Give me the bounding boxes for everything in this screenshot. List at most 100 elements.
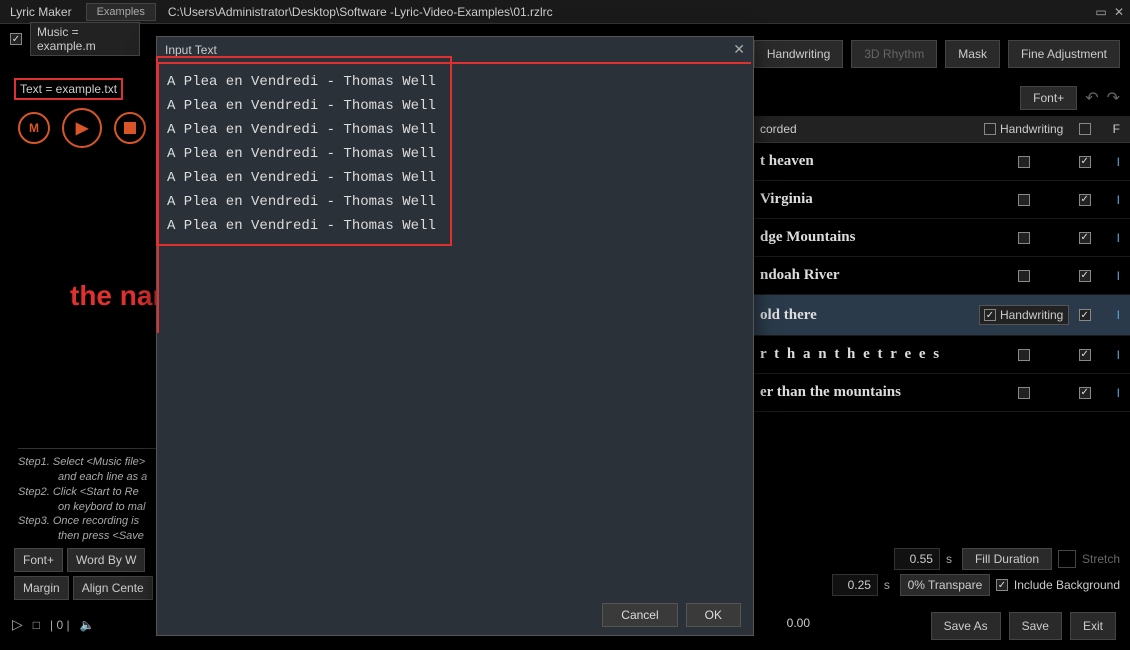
align-center-button[interactable]: Align Cente <box>73 576 153 600</box>
handwriting-checkbox[interactable] <box>1018 270 1030 282</box>
lyric-row[interactable]: Virginia✓I <box>750 181 1130 219</box>
handwriting-checkbox[interactable] <box>1018 387 1030 399</box>
lyric-text: Virginia <box>760 191 969 208</box>
lyrics-header: corded Handwriting F <box>750 116 1130 143</box>
row-marker: I <box>1117 155 1120 169</box>
lyric-text: er than the mountains <box>760 384 969 401</box>
lyric-row[interactable]: dge Mountains ✓ I <box>750 219 1130 257</box>
lyric-row[interactable]: ndoah River✓I <box>750 257 1130 295</box>
handwriting-cell <box>979 156 1069 168</box>
dialog-title: Input Text <box>165 43 217 57</box>
end-checkbox[interactable]: ✓ <box>1079 387 1091 399</box>
lyrics-panel: Font+ ↶ ↷ corded Handwriting F t heaven ✓… <box>750 80 1130 412</box>
m-button[interactable]: M <box>18 112 50 144</box>
handwriting-cell <box>979 194 1069 206</box>
lyric-text: old there <box>760 307 969 324</box>
dialog-line: A Plea en Vendredi - Thomas Well <box>163 118 751 142</box>
exit-button[interactable]: Exit <box>1070 612 1116 640</box>
lyric-row[interactable]: er than the mountains ✓ I <box>750 374 1130 412</box>
fill-duration-button[interactable]: Fill Duration <box>962 548 1052 570</box>
play-icon: ▶ <box>76 118 88 138</box>
stop-button[interactable] <box>114 112 146 144</box>
bottom-left-controls: Font+ Word By W Margin Align Cente <box>14 548 153 600</box>
handwriting-checkbox[interactable] <box>1018 349 1030 361</box>
music-field[interactable]: Music = example.m <box>30 22 140 56</box>
play-button[interactable]: ▶ <box>62 108 102 148</box>
handwriting-cell <box>979 349 1069 361</box>
f-all-checkbox[interactable] <box>1079 123 1091 135</box>
lyric-text: dge Mountains <box>760 229 969 246</box>
examples-button[interactable]: Examples <box>86 3 156 21</box>
input-text-dialog: Input Text ✕ A Plea en Vendredi - Thomas… <box>156 36 754 636</box>
lyric-row[interactable]: t heaven ✓ I <box>750 143 1130 181</box>
duration1-input[interactable]: 0.55 <box>894 548 940 570</box>
stop-icon <box>124 122 136 134</box>
file-path: C:\Users\Administrator\Desktop\Software … <box>168 5 1094 19</box>
handwriting-label: Handwriting <box>1000 308 1063 322</box>
music-checkbox[interactable]: ✓ <box>10 33 22 45</box>
dialog-cancel-button[interactable]: Cancel <box>602 603 677 627</box>
text-file-label[interactable]: Text = example.txt <box>14 78 123 100</box>
minimize-icon[interactable]: ▭ <box>1094 5 1108 19</box>
end-checkbox[interactable]: ✓ <box>1079 309 1091 321</box>
mode-buttons: Handwriting 3D Rhythm Mask Fine Adjustme… <box>754 40 1120 68</box>
include-bg-checkbox[interactable]: ✓ <box>996 579 1008 591</box>
row-marker: I <box>1117 308 1120 322</box>
font-plus-right-button[interactable]: Font+ <box>1020 86 1077 110</box>
fine-adjustment-button[interactable]: Fine Adjustment <box>1008 40 1120 68</box>
margin-button[interactable]: Margin <box>14 576 69 600</box>
dialog-line: A Plea en Vendredi - Thomas Well <box>163 214 751 238</box>
handwriting-checkbox[interactable] <box>1018 232 1030 244</box>
unit-s2: s <box>884 578 890 592</box>
end-checkbox[interactable]: ✓ <box>1079 194 1091 206</box>
f-header: F <box>1113 122 1120 136</box>
stretch-label: Stretch <box>1082 552 1120 566</box>
play-controls: M ▶ <box>18 108 146 148</box>
redo-icon[interactable]: ↷ <box>1107 88 1120 108</box>
unit-s1: s <box>946 552 952 566</box>
timeline-marker: | 0 | <box>50 618 70 632</box>
mask-button[interactable]: Mask <box>945 40 1000 68</box>
bottom-right-controls: 0.55 s Fill Duration Stretch 0.25 s 0% T… <box>832 548 1120 596</box>
dialog-line: A Plea en Vendredi - Thomas Well <box>163 94 751 118</box>
timeline-play-icon[interactable]: ▷ <box>12 616 23 633</box>
transparency-select[interactable]: 0% Transpare <box>900 574 990 596</box>
handwriting-checkbox[interactable] <box>1018 194 1030 206</box>
row-marker: I <box>1117 269 1120 283</box>
end-checkbox[interactable]: ✓ <box>1079 232 1091 244</box>
handwriting-checkbox[interactable]: ✓ <box>984 309 996 321</box>
dialog-line: A Plea en Vendredi - Thomas Well <box>163 190 751 214</box>
row-marker: I <box>1117 386 1120 400</box>
3d-rhythm-button[interactable]: 3D Rhythm <box>851 40 937 68</box>
include-bg-label: Include Background <box>1014 578 1120 592</box>
close-icon[interactable]: ✕ <box>1112 5 1126 19</box>
dialog-line: A Plea en Vendredi - Thomas Well <box>163 70 751 94</box>
handwriting-all-checkbox[interactable] <box>984 123 996 135</box>
lyric-text: t heaven <box>760 153 969 170</box>
lyric-row[interactable]: r t h a n t h e t r e e s✓I <box>750 336 1130 374</box>
end-checkbox[interactable]: ✓ <box>1079 156 1091 168</box>
timeline-stop-icon[interactable]: □ <box>33 618 40 632</box>
timeline-controls: ▷ □ | 0 | 🔈 <box>12 616 95 633</box>
save-button[interactable]: Save <box>1009 612 1062 640</box>
app-name: Lyric Maker <box>4 5 78 19</box>
end-checkbox[interactable]: ✓ <box>1079 270 1091 282</box>
speaker-icon[interactable]: 🔈 <box>80 618 95 632</box>
font-plus-button[interactable]: Font+ <box>14 548 63 572</box>
end-checkbox[interactable]: ✓ <box>1079 349 1091 361</box>
word-by-word-button[interactable]: Word By W <box>67 548 145 572</box>
dialog-textarea[interactable]: A Plea en Vendredi - Thomas WellA Plea e… <box>163 70 751 264</box>
handwriting-button[interactable]: Handwriting <box>754 40 843 68</box>
lyric-row[interactable]: old there ✓ Handwriting ✓ I <box>750 295 1130 336</box>
duration2-input[interactable]: 0.25 <box>832 574 878 596</box>
handwriting-cell <box>979 270 1069 282</box>
dialog-ok-button[interactable]: OK <box>686 603 741 627</box>
dialog-close-icon[interactable]: ✕ <box>733 41 745 58</box>
row-marker: I <box>1117 231 1120 245</box>
save-as-button[interactable]: Save As <box>931 612 1001 640</box>
color-swatch[interactable] <box>1058 550 1076 568</box>
handwriting-checkbox[interactable] <box>1018 156 1030 168</box>
handwriting-cell <box>979 387 1069 399</box>
undo-icon[interactable]: ↶ <box>1085 88 1098 108</box>
current-time: 0.00 <box>787 616 810 630</box>
